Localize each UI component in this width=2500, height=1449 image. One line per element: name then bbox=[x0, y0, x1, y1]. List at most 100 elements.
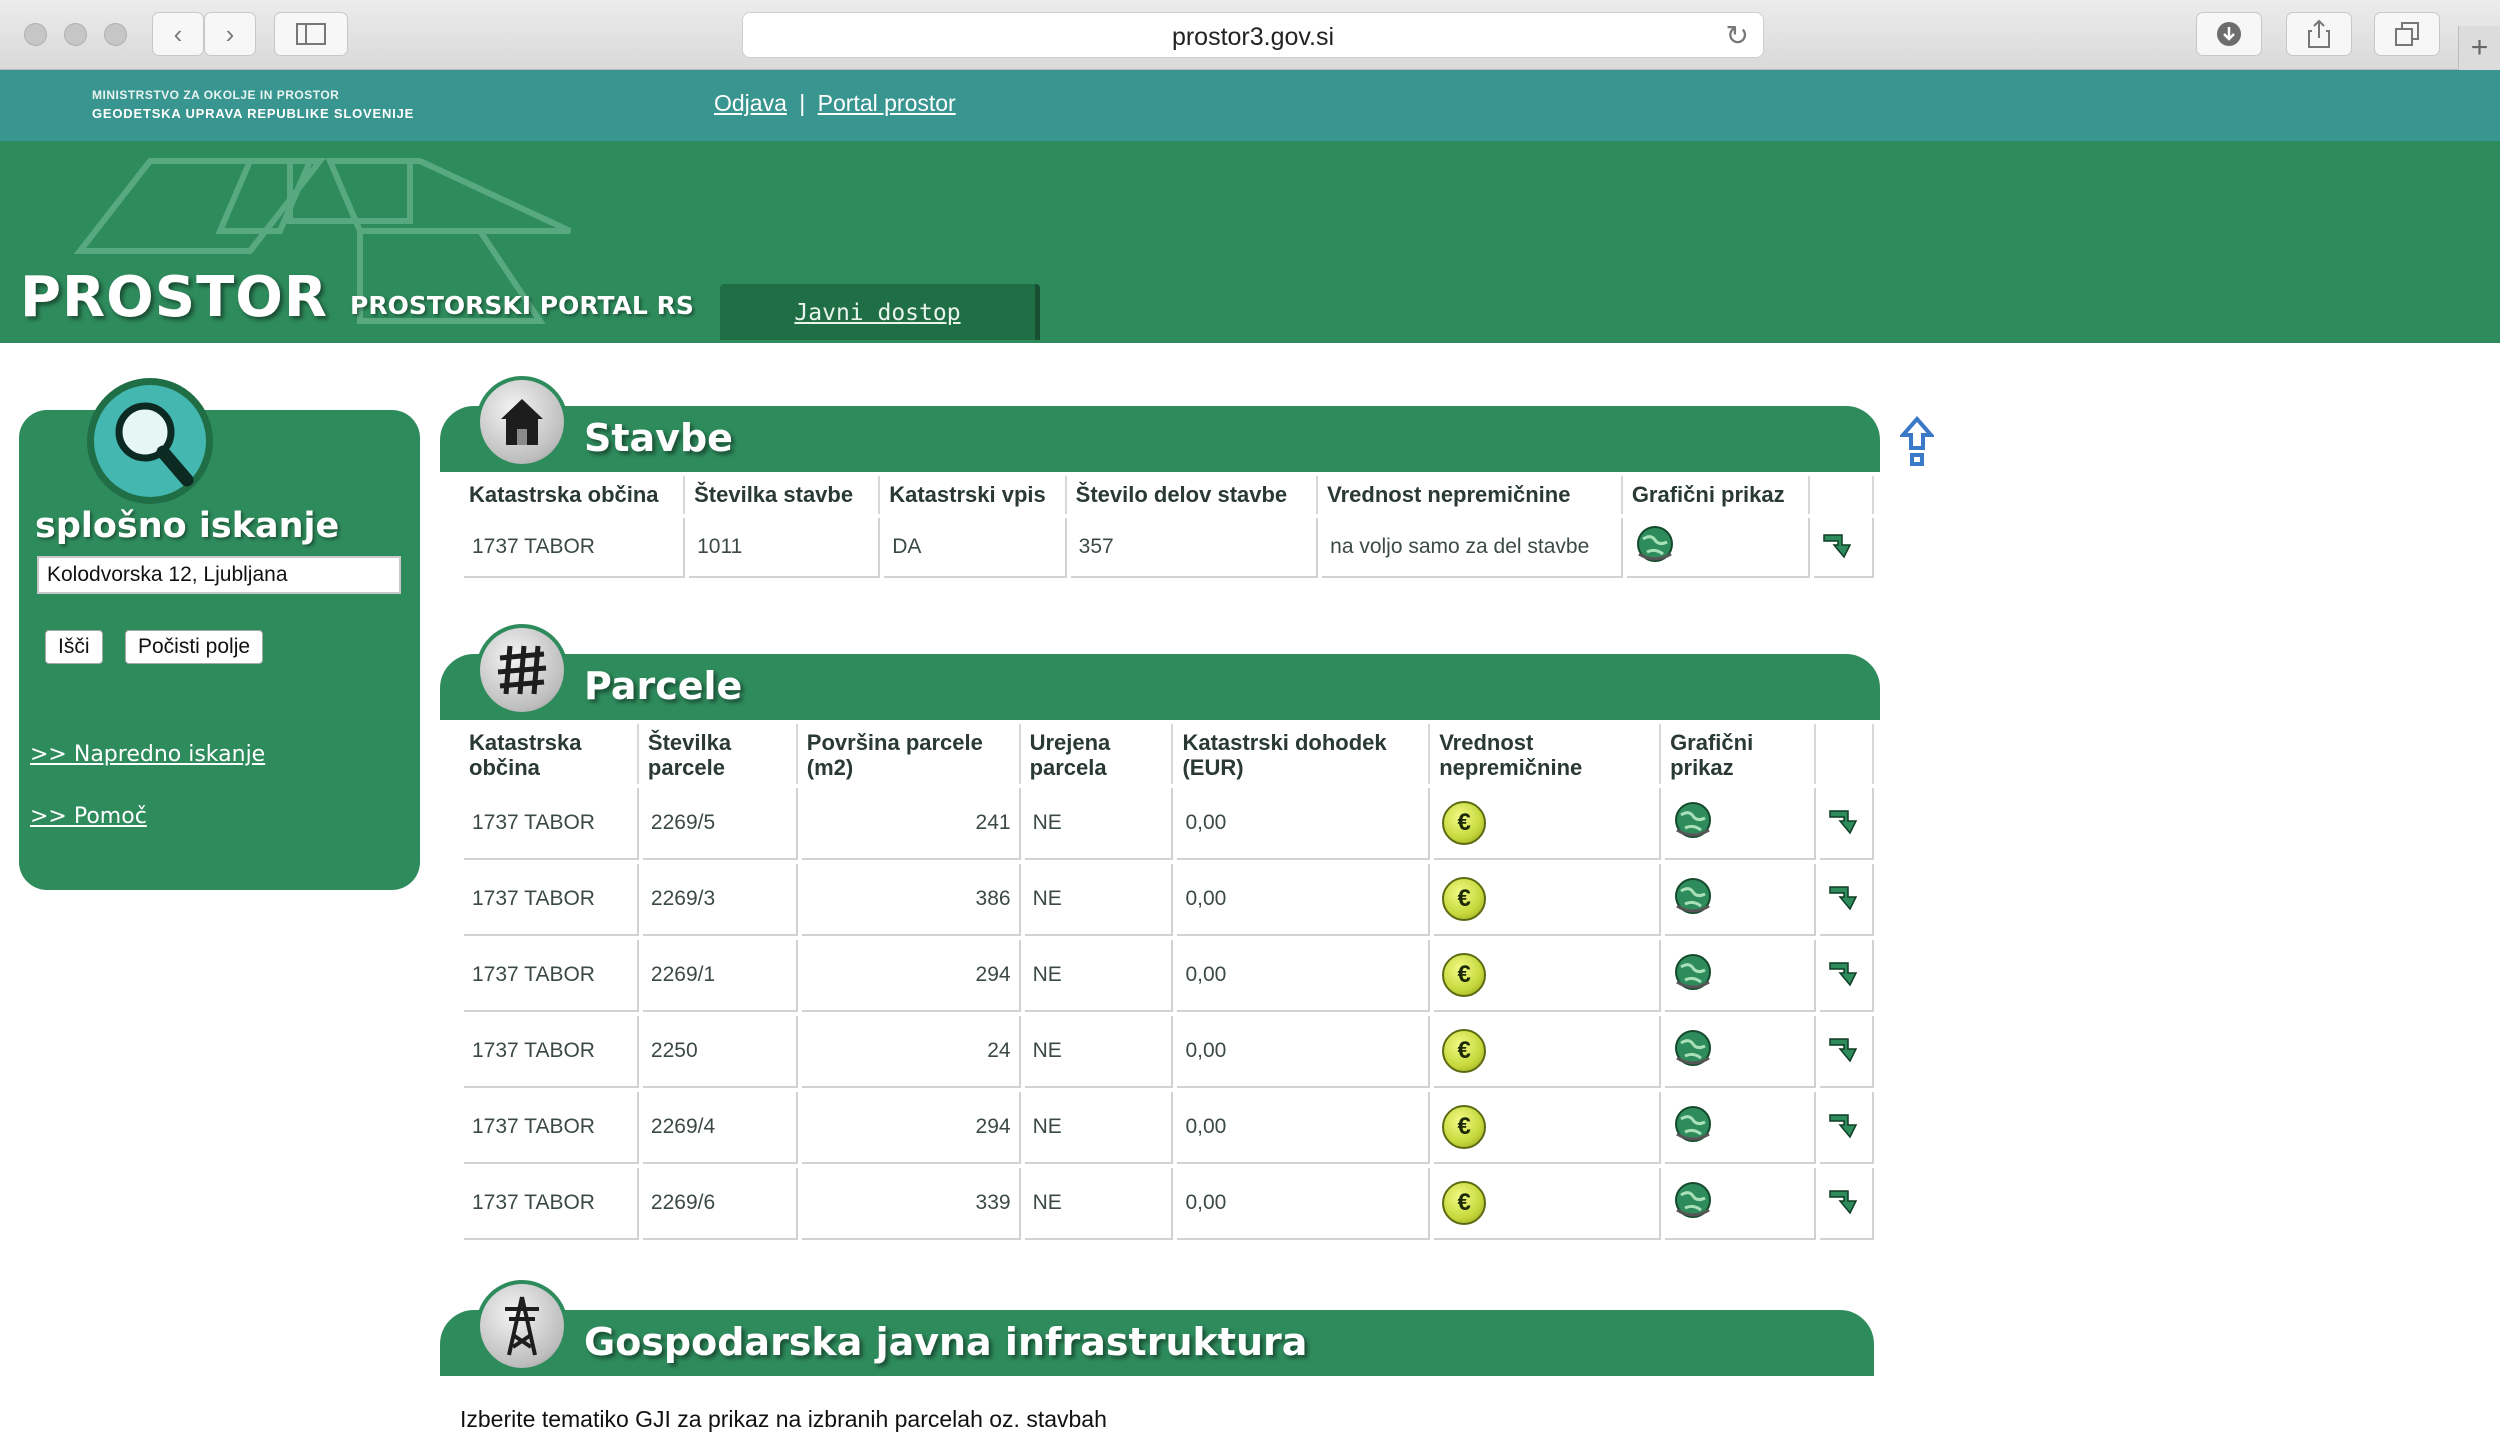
parcele-section-header: Parcele bbox=[440, 624, 1880, 720]
portal-name: PROSTORSKI PORTAL RS bbox=[350, 291, 694, 320]
katastrska-obcina-cell: 1737 TABOR bbox=[464, 518, 686, 578]
globe-icon[interactable] bbox=[1635, 524, 1675, 564]
euro-coin-icon[interactable]: € bbox=[1442, 1029, 1487, 1073]
column-header: Številka parcele bbox=[643, 724, 798, 784]
share-button[interactable] bbox=[2286, 12, 2352, 56]
close-window-button[interactable] bbox=[24, 23, 47, 46]
gji-title: Gospodarska javna infrastruktura bbox=[584, 1320, 1308, 1364]
back-button[interactable]: ‹ bbox=[152, 12, 204, 56]
javni-dostop-link[interactable]: Javni dostop bbox=[794, 300, 960, 326]
house-icon bbox=[476, 376, 568, 468]
downloads-button[interactable] bbox=[2196, 12, 2262, 56]
help-link[interactable]: >> Pomoč bbox=[30, 804, 147, 829]
plus-icon: + bbox=[2470, 31, 2489, 64]
tabs-overview-button[interactable] bbox=[2374, 12, 2440, 56]
urejena-cell: NE bbox=[1024, 1016, 1174, 1088]
column-header: Površina parcele (m2) bbox=[802, 724, 1021, 784]
address-bar[interactable]: prostor3.gov.si ↻ bbox=[742, 12, 1764, 58]
logout-link[interactable]: Odjava bbox=[714, 90, 787, 116]
link-separator: | bbox=[799, 90, 806, 116]
vrednost-cell: € bbox=[1434, 788, 1662, 860]
minimize-window-button[interactable] bbox=[64, 23, 87, 46]
povrsina-cell: 294 bbox=[801, 1092, 1021, 1164]
povrsina-cell: 241 bbox=[801, 788, 1021, 860]
search-button[interactable]: Išči bbox=[45, 630, 103, 664]
reload-icon[interactable]: ↻ bbox=[1726, 19, 1749, 52]
gji-description: Izberite tematiko GJI za prikaz na izbra… bbox=[460, 1406, 1107, 1432]
globe-icon[interactable] bbox=[1673, 1180, 1713, 1220]
column-header: Vrednost nepremičnine bbox=[1322, 476, 1623, 514]
stevilka-parcele-cell: 2250 bbox=[642, 1016, 798, 1088]
arrow-down-right-icon[interactable] bbox=[1828, 1185, 1864, 1215]
vrednost-cell: € bbox=[1434, 940, 1662, 1012]
clear-field-button[interactable]: Počisti polje bbox=[125, 630, 264, 664]
vrednost-cell: na voljo samo za del stavbe bbox=[1322, 518, 1623, 578]
euro-coin-icon[interactable]: € bbox=[1442, 1181, 1487, 1225]
katastrska-obcina-cell: 1737 TABOR bbox=[464, 1092, 639, 1164]
katastrska-obcina-cell: 1737 TABOR bbox=[464, 864, 639, 936]
euro-coin-icon[interactable]: € bbox=[1442, 1105, 1487, 1149]
detail-arrow-cell bbox=[1819, 864, 1874, 936]
povrsina-cell: 24 bbox=[801, 1016, 1021, 1088]
table-row: 1737 TABOR 1011 DA 357 na voljo samo za … bbox=[464, 518, 1874, 578]
arrow-down-right-icon[interactable] bbox=[1828, 1033, 1864, 1063]
stevilo-delov-cell: 357 bbox=[1070, 518, 1319, 578]
zoom-window-button[interactable] bbox=[104, 23, 127, 46]
scroll-to-top-icon[interactable] bbox=[1898, 415, 1936, 468]
povrsina-cell: 339 bbox=[801, 1168, 1021, 1240]
detail-arrow-cell bbox=[1819, 940, 1874, 1012]
globe-icon[interactable] bbox=[1673, 1028, 1713, 1068]
katastrski-dohodek-cell: 0,00 bbox=[1177, 940, 1431, 1012]
globe-icon[interactable] bbox=[1673, 952, 1713, 992]
stavbe-section-header: Stavbe bbox=[440, 376, 1880, 472]
globe-icon[interactable] bbox=[1673, 800, 1713, 840]
table-header-row: Katastrska občina Številka stavbe Katast… bbox=[464, 476, 1874, 514]
globe-icon[interactable] bbox=[1673, 876, 1713, 916]
forward-button[interactable]: › bbox=[204, 12, 256, 56]
katastrski-dohodek-cell: 0,00 bbox=[1177, 864, 1431, 936]
graficni-prikaz-cell bbox=[1665, 1016, 1816, 1088]
stevilka-parcele-cell: 2269/4 bbox=[642, 1092, 798, 1164]
arrow-down-right-icon[interactable] bbox=[1828, 1109, 1864, 1139]
arrow-down-right-icon[interactable] bbox=[1828, 881, 1864, 911]
stevilka-parcele-cell: 2269/3 bbox=[642, 864, 798, 936]
katastrska-obcina-cell: 1737 TABOR bbox=[464, 788, 639, 860]
stevilka-parcele-cell: 2269/1 bbox=[642, 940, 798, 1012]
column-header: Vrednost nepremičnine bbox=[1434, 724, 1662, 784]
top-bar: MINISTRSTVO ZA OKOLJE IN PROSTOR GEODETS… bbox=[0, 70, 2500, 141]
share-icon bbox=[2308, 19, 2330, 48]
detail-arrow-cell bbox=[1819, 1092, 1874, 1164]
download-icon bbox=[2217, 22, 2241, 46]
euro-coin-icon[interactable]: € bbox=[1442, 877, 1487, 921]
column-header: Katastrska občina bbox=[464, 724, 639, 784]
column-header: Katastrski dohodek (EUR) bbox=[1177, 724, 1431, 784]
urejena-cell: NE bbox=[1024, 864, 1174, 936]
column-header: Število delov stavbe bbox=[1071, 476, 1319, 514]
new-tab-button[interactable]: + bbox=[2458, 26, 2500, 70]
globe-icon[interactable] bbox=[1673, 1104, 1713, 1144]
euro-coin-icon[interactable]: € bbox=[1442, 953, 1487, 997]
arrow-down-right-icon[interactable] bbox=[1828, 957, 1864, 987]
advanced-search-link[interactable]: >> Napredno iskanje bbox=[30, 742, 265, 767]
urejena-cell: NE bbox=[1024, 1168, 1174, 1240]
portal-prostor-link[interactable]: Portal prostor bbox=[818, 90, 956, 116]
search-input[interactable] bbox=[37, 556, 401, 594]
column-header: Grafični prikaz bbox=[1665, 724, 1816, 784]
vrednost-cell: € bbox=[1434, 1016, 1662, 1088]
sidebar-toggle-button[interactable] bbox=[274, 12, 348, 56]
magnifier-icon bbox=[87, 378, 213, 504]
detail-arrow-cell bbox=[1819, 1016, 1874, 1088]
euro-coin-icon[interactable]: € bbox=[1442, 801, 1487, 845]
arrow-down-right-icon[interactable] bbox=[1822, 529, 1858, 559]
detail-arrow-cell bbox=[1819, 788, 1874, 860]
parcele-title: Parcele bbox=[584, 664, 743, 708]
ministry-name: MINISTRSTVO ZA OKOLJE IN PROSTOR bbox=[92, 88, 340, 102]
gji-section-header: Gospodarska javna infrastruktura bbox=[440, 1280, 1874, 1376]
column-header-empty bbox=[1814, 476, 1874, 514]
table-row: 1737 TABOR 2269/1 294 NE 0,00 € bbox=[464, 940, 1874, 1012]
katastrski-dohodek-cell: 0,00 bbox=[1177, 788, 1431, 860]
stevilka-stavbe-cell: 1011 bbox=[689, 518, 881, 578]
arrow-down-right-icon[interactable] bbox=[1828, 805, 1864, 835]
tab-javni-dostop[interactable]: Javni dostop bbox=[720, 284, 1040, 340]
top-links: Odjava | Portal prostor bbox=[714, 90, 956, 117]
